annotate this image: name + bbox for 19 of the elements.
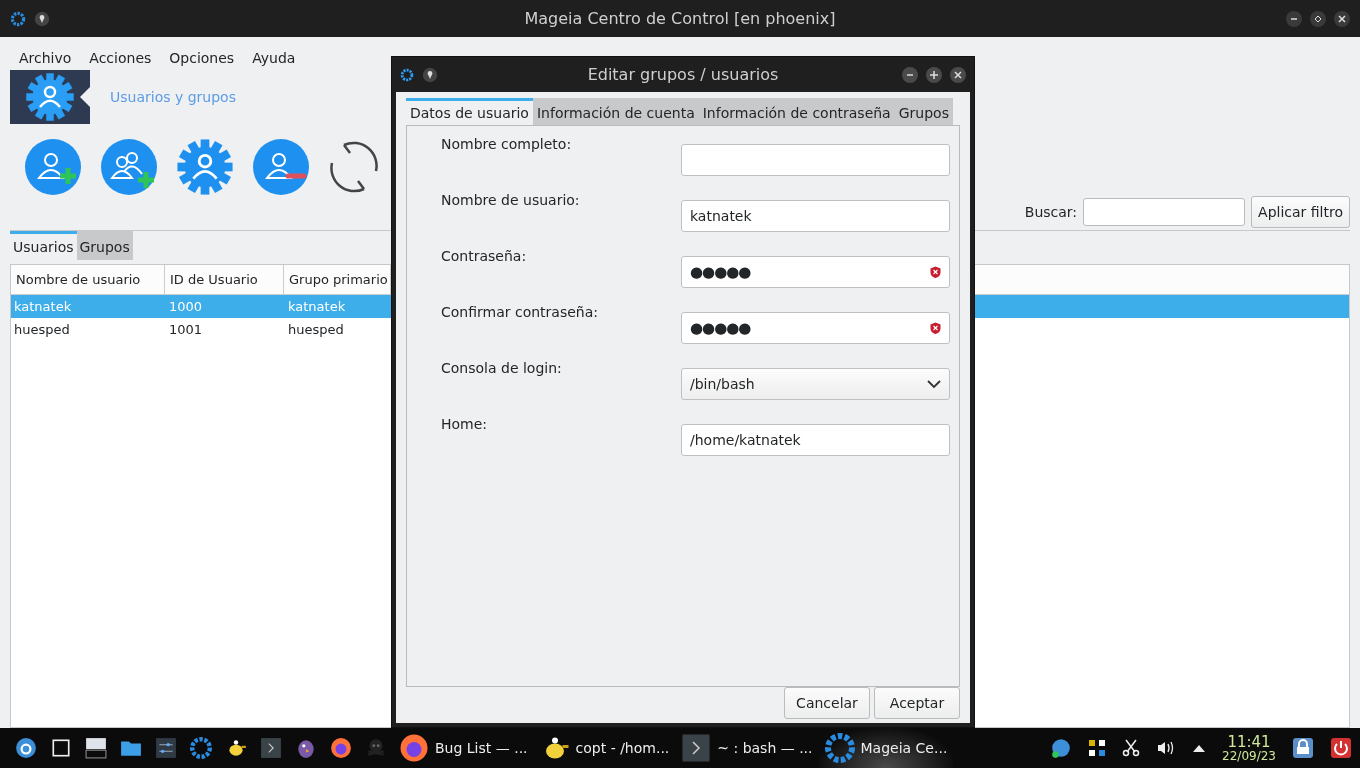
- table-cell-text: katnatek: [13, 299, 73, 314]
- table-cell-text: huesped: [287, 322, 345, 337]
- dialog-title: Editar grupos / usuarios: [587, 65, 779, 84]
- table-cell-text: 1000: [168, 299, 204, 314]
- field-label: Contraseña:: [441, 247, 527, 264]
- table-cell-text: 1001: [168, 322, 204, 337]
- field-label: Nombre de usuario:: [441, 191, 580, 208]
- search-label: Buscar:: [1024, 204, 1078, 220]
- table-cell-text: huesped: [13, 322, 71, 337]
- field-label: Confirmar contraseña:: [441, 303, 598, 320]
- table-cell-text: katnatek: [287, 299, 347, 314]
- window-title: Mageia Centro de Control [en phoenix]: [524, 9, 836, 28]
- dropdown-value: /bin/bash: [690, 376, 755, 392]
- password-dots: ●●●●●: [690, 319, 751, 337]
- field-label: Home:: [441, 415, 488, 432]
- field-label: Nombre completo:: [441, 135, 572, 152]
- password-dots: ●●●●●: [690, 263, 751, 281]
- section-title: Usuarios y grupos: [110, 89, 236, 105]
- field-label: Consola de login:: [441, 359, 562, 376]
